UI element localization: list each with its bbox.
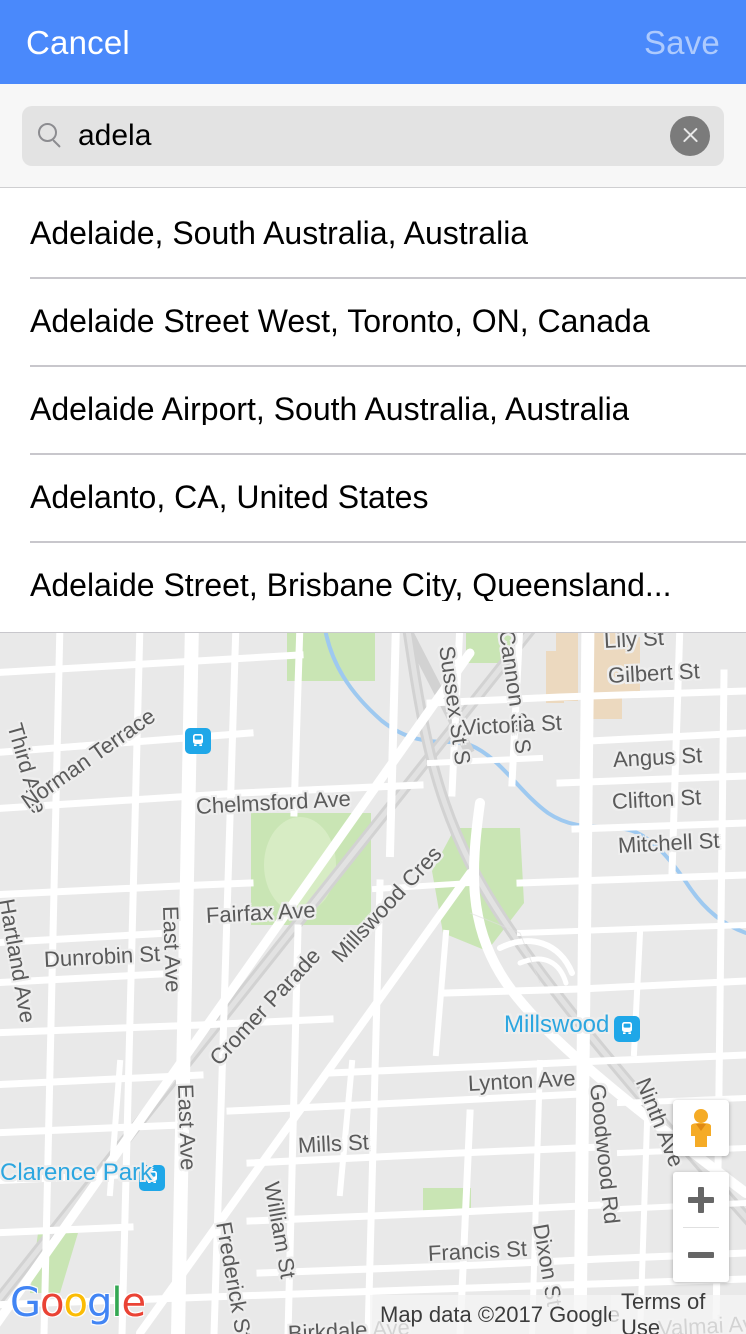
map-data-attribution: Map data ©2017 Google (370, 1295, 631, 1334)
navigation-bar: Cancel Save (0, 0, 746, 84)
google-logo-letter: o (40, 1280, 65, 1326)
search-field[interactable]: adela (22, 105, 724, 166)
google-logo-letter: G (10, 1280, 41, 1326)
list-item[interactable]: Adelaide Street West, Toronto, ON, Canad… (0, 277, 746, 365)
google-logo-letter: g (86, 1280, 112, 1326)
street-view-pegman-button[interactable] (673, 1100, 729, 1156)
save-button[interactable]: Save (644, 26, 720, 59)
list-item[interactable]: Adelaide Street, Brisbane City, Queensla… (0, 541, 746, 629)
google-logo-letter: e (121, 1280, 146, 1326)
google-logo-letter: o (63, 1280, 88, 1326)
list-item[interactable]: Adelaide, South Australia, Australia (0, 189, 746, 277)
app-screen: Cancel Save adela Adelaide, South Austra… (0, 0, 746, 1334)
clear-search-icon[interactable] (670, 115, 710, 156)
list-item[interactable]: Adelanto, CA, United States (0, 453, 746, 541)
pegman-icon (691, 1109, 711, 1147)
search-icon (38, 122, 64, 149)
suggestion-label: Adelanto, CA, United States (30, 481, 429, 513)
suggestion-label: Adelaide Street West, Toronto, ON, Canad… (30, 305, 650, 337)
zoom-out-button[interactable] (673, 1227, 729, 1282)
search-bar-container: adela (0, 84, 746, 188)
search-input[interactable]: adela (78, 120, 151, 151)
map-view[interactable]: Third Ave Norman Terrace Chelmsford Ave Fai… (0, 632, 746, 1334)
terms-of-use-link[interactable]: Terms of Use (611, 1289, 746, 1334)
suggestion-label: Adelaide Airport, South Australia, Austr… (30, 393, 630, 425)
zoom-in-button[interactable] (673, 1172, 729, 1227)
map-overlay-layer (0, 633, 746, 1334)
cancel-button[interactable]: Cancel (26, 26, 130, 59)
google-logo: Google (10, 1280, 146, 1326)
zoom-controls[interactable] (673, 1172, 729, 1282)
suggestion-label: Adelaide, South Australia, Australia (30, 217, 529, 249)
suggestion-label: Adelaide Street, Brisbane City, Queensla… (30, 569, 672, 601)
list-item[interactable]: Adelaide Airport, South Australia, Austr… (0, 365, 746, 453)
suggestion-list: Adelaide, South Australia, Australia Ade… (0, 189, 746, 632)
google-logo-letter: l (111, 1280, 122, 1326)
